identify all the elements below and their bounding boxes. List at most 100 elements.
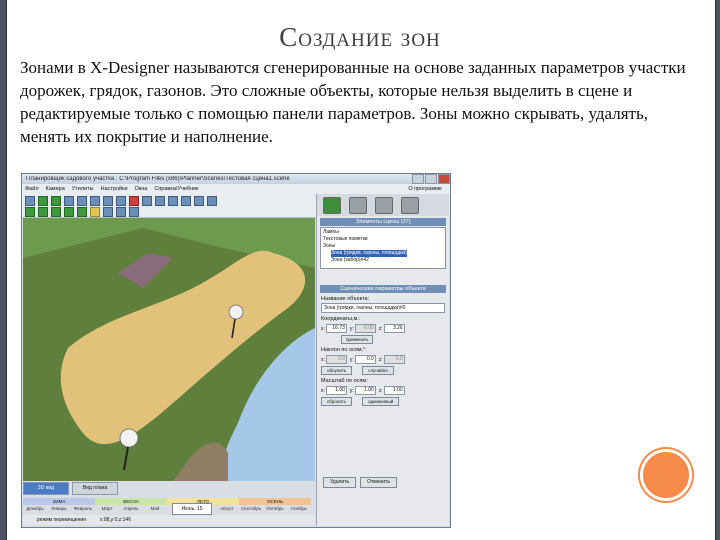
scale-y-field[interactable]: 1.00 bbox=[354, 386, 376, 395]
tilt-row: x: 0.0 y: 0.0 z: 0.0 bbox=[321, 355, 405, 364]
menu-camera[interactable]: Камера bbox=[46, 186, 65, 192]
apply-coords-button[interactable]: применить bbox=[341, 335, 374, 344]
tilt-z-field[interactable]: 0.0 bbox=[383, 355, 405, 364]
zoom-out-icon[interactable] bbox=[181, 196, 191, 206]
water-icon[interactable] bbox=[103, 207, 113, 217]
minimize-icon[interactable] bbox=[412, 174, 424, 184]
view-tabs: 3D вид Вид плана bbox=[23, 482, 121, 495]
month-item[interactable]: Май bbox=[143, 505, 167, 512]
coord-y-field[interactable]: -0.00 bbox=[354, 324, 376, 333]
window-controls bbox=[411, 174, 450, 184]
terrain-tab-icon[interactable] bbox=[375, 196, 393, 214]
scale-z-field[interactable]: 1.00 bbox=[383, 386, 405, 395]
scene-3d-view[interactable] bbox=[23, 218, 315, 481]
tree-item-lamps[interactable]: Лампы bbox=[323, 229, 443, 236]
garden-lamp-2[interactable] bbox=[119, 428, 139, 448]
month-item[interactable]: Март bbox=[95, 505, 119, 512]
reset-tilt-button[interactable]: обнулить bbox=[321, 366, 353, 375]
bottom-buttons: Удалить Отменить bbox=[323, 477, 401, 488]
cursor-icon[interactable] bbox=[64, 196, 74, 206]
menu-settings[interactable]: Настройки bbox=[101, 186, 128, 192]
object-name-label: Название объекта: bbox=[321, 296, 370, 302]
scene-tree[interactable]: Лампы Текстовые пометки Зоны Зона (грядк… bbox=[320, 227, 446, 269]
picker-icon[interactable] bbox=[129, 207, 139, 217]
copy-icon[interactable] bbox=[116, 196, 126, 206]
date-field[interactable]: Июнь, 15 bbox=[172, 503, 212, 515]
app-titlebar: Планировщик садового участка : C:\Progra… bbox=[22, 174, 450, 184]
object-name-field[interactable]: Зона (грядки, газоны, площадки)#0 bbox=[321, 303, 445, 313]
tilt-buttons: обнулить случайно bbox=[321, 366, 445, 375]
month-item[interactable]: Октябрь bbox=[263, 505, 287, 512]
page-title: Создание зон bbox=[279, 22, 441, 52]
month-item[interactable]: Ноябрь bbox=[287, 505, 311, 512]
uniform-scale-button[interactable]: одинаковый bbox=[362, 397, 400, 406]
menu-about[interactable]: О программе bbox=[408, 186, 442, 192]
season-autumn[interactable]: ОСЕНЬ bbox=[239, 498, 311, 505]
menu-utilities[interactable]: Утилиты bbox=[72, 186, 94, 192]
coord-z-field[interactable]: 3.26 bbox=[383, 324, 405, 333]
tools-tab-icon[interactable] bbox=[349, 196, 367, 214]
month-item[interactable]: Декабрь bbox=[23, 505, 47, 512]
axis-y-icon[interactable] bbox=[194, 196, 204, 206]
scale-x-field[interactable]: 1.00 bbox=[325, 386, 347, 395]
season-spring[interactable]: ВЕСНА bbox=[95, 498, 167, 505]
zoom-in-icon[interactable] bbox=[168, 196, 178, 206]
coords-label: Координаты,м.: bbox=[321, 316, 361, 322]
rotate-icon[interactable] bbox=[90, 196, 100, 206]
shrub-icon[interactable] bbox=[51, 196, 61, 206]
tool-icon[interactable] bbox=[116, 207, 126, 217]
scale-buttons: сбросить одинаковый bbox=[321, 397, 445, 406]
reset-scale-button[interactable]: сбросить bbox=[321, 397, 353, 406]
menu-file[interactable]: Файл bbox=[25, 186, 39, 192]
close-icon[interactable] bbox=[438, 174, 450, 184]
month-item[interactable]: Апрель bbox=[119, 505, 143, 512]
month-item[interactable]: Февраль bbox=[71, 505, 95, 512]
move-icon[interactable] bbox=[77, 196, 87, 206]
decorative-circle bbox=[640, 449, 692, 501]
tab-3d-view[interactable]: 3D вид bbox=[23, 482, 69, 495]
delete-button[interactable]: Удалить bbox=[323, 477, 357, 488]
maximize-icon[interactable] bbox=[425, 174, 437, 184]
toolbar-row-2 bbox=[25, 207, 142, 217]
tree-icon[interactable] bbox=[38, 196, 48, 206]
undo-icon[interactable] bbox=[142, 196, 152, 206]
redo-icon[interactable] bbox=[155, 196, 165, 206]
month-item[interactable]: Август bbox=[215, 505, 239, 512]
scale-icon[interactable] bbox=[103, 196, 113, 206]
month-item[interactable]: Сентябрь bbox=[239, 505, 263, 512]
tilt-y-field[interactable]: 0.0 bbox=[354, 355, 376, 364]
month-item[interactable]: Январь bbox=[47, 505, 71, 512]
cancel-button[interactable]: Отменить bbox=[360, 477, 397, 488]
tree-item-zone-selected[interactable]: Зона (грядки, газоны, площадки) bbox=[331, 250, 407, 257]
random-tilt-button[interactable]: случайно bbox=[362, 366, 394, 375]
menu-help[interactable]: Справка/Учебник bbox=[154, 186, 198, 192]
path-icon[interactable] bbox=[64, 207, 74, 217]
month-bar: Декабрь Январь Февраль Март Апрель Май И… bbox=[23, 505, 311, 512]
axis-z-icon[interactable] bbox=[207, 196, 217, 206]
garden-lamp-1[interactable] bbox=[228, 304, 244, 320]
hedge-icon[interactable] bbox=[77, 207, 87, 217]
scale-row: x: 1.00 y: 1.00 z: 1.00 bbox=[321, 386, 405, 395]
delete-icon[interactable] bbox=[129, 196, 139, 206]
tab-plan-view[interactable]: Вид плана bbox=[72, 482, 118, 495]
right-panel: Элементы сцены (37) Лампы Текстовые поме… bbox=[316, 194, 449, 526]
fence-icon[interactable] bbox=[51, 207, 61, 217]
light-icon[interactable] bbox=[90, 207, 100, 217]
lawn-icon[interactable] bbox=[25, 207, 35, 217]
library-tab-icon[interactable] bbox=[401, 196, 419, 214]
new-icon[interactable] bbox=[25, 196, 35, 206]
tree-item-text-notes[interactable]: Текстовые пометки bbox=[323, 236, 443, 243]
app-title: Планировщик садового участка : C:\Progra… bbox=[26, 176, 290, 182]
menu-windows[interactable]: Окна bbox=[135, 186, 148, 192]
coords-row: x: 16.73 y: -0.00 z: 3.26 bbox=[321, 324, 405, 333]
tree-item-zone-fence[interactable]: Зона (забор)#42 bbox=[323, 257, 443, 264]
status-coords: x:08,y:0,z:146 bbox=[99, 517, 131, 523]
season-winter[interactable]: ЗИМА bbox=[23, 498, 95, 505]
coord-x-field[interactable]: 16.73 bbox=[325, 324, 347, 333]
bed-icon[interactable] bbox=[38, 207, 48, 217]
menubar: Файл Камера Утилиты Настройки Окна Справ… bbox=[22, 184, 450, 193]
tree-item-zones[interactable]: Зоны bbox=[323, 243, 443, 250]
panel-tabs bbox=[317, 194, 449, 216]
objects-tab-icon[interactable] bbox=[323, 196, 341, 214]
tilt-x-field[interactable]: 0.0 bbox=[325, 355, 347, 364]
